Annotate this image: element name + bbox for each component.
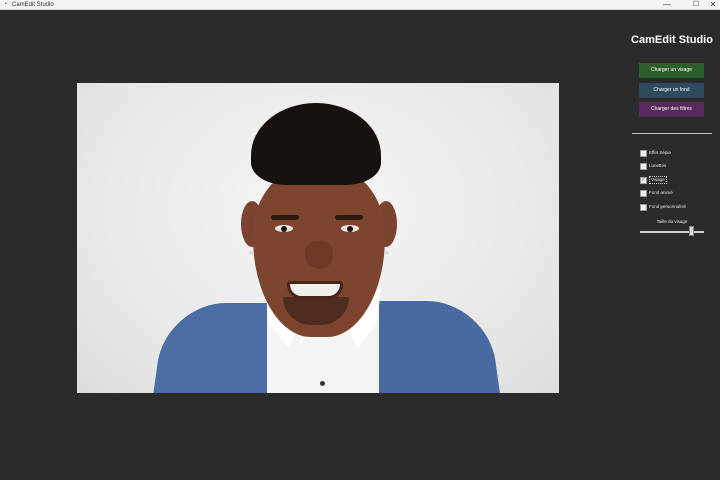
face-checkbox[interactable]: ✓ [640,176,647,184]
option-glasses[interactable]: Lunettes [640,162,666,170]
nose [305,241,333,269]
eyebrow-right [335,215,363,220]
close-button[interactable]: ✕ [702,0,720,10]
glasses-checkbox[interactable] [640,162,647,170]
face-size-slider-track[interactable] [640,231,704,233]
custom-background-checkbox[interactable] [640,203,647,211]
animated-background-label: Fond animé [649,190,673,195]
pupil-left [281,226,287,232]
minimize-button[interactable]: — [656,0,678,10]
earring-right [385,251,389,255]
option-animated-background[interactable]: Fond animé [640,189,673,197]
option-sepia[interactable]: Effet Sépia [640,149,671,157]
window-title: CamEdit Studio [12,2,54,8]
divider [632,133,712,134]
option-face[interactable]: ✓ Visage [640,176,667,184]
load-face-button[interactable]: Charger un visage [639,63,704,78]
glasses-label: Lunettes [649,163,667,168]
face-size-label: Taille du visage [656,219,688,224]
eyebrow-left [271,215,299,220]
pupil-right [347,226,353,232]
preview-canvas[interactable] [77,83,559,393]
face-size-slider-thumb[interactable] [689,226,695,236]
title-bar: ◔ CamEdit Studio — ☐ ✕ [0,0,720,10]
load-filters-button[interactable]: Charger des filtres [639,102,704,117]
animated-background-checkbox[interactable] [640,189,647,197]
load-background-button[interactable]: Charger un fond [639,83,704,98]
sepia-label: Effet Sépia [649,150,671,155]
earring-left [249,251,253,255]
camera-icon: ◔ [3,1,8,8]
face-label: Visage [649,176,667,184]
app-window: CamEdit Studio Charger un visage Charger… [0,10,720,480]
control-panel: CamEdit Studio Charger un visage Charger… [624,10,720,480]
app-title: CamEdit Studio [631,34,713,46]
custom-background-label: Fond personnalisé [649,204,687,209]
shirt-button [320,381,325,386]
smile [287,281,343,299]
option-custom-background[interactable]: Fond personnalisé [640,203,686,211]
sepia-checkbox[interactable] [640,149,647,157]
